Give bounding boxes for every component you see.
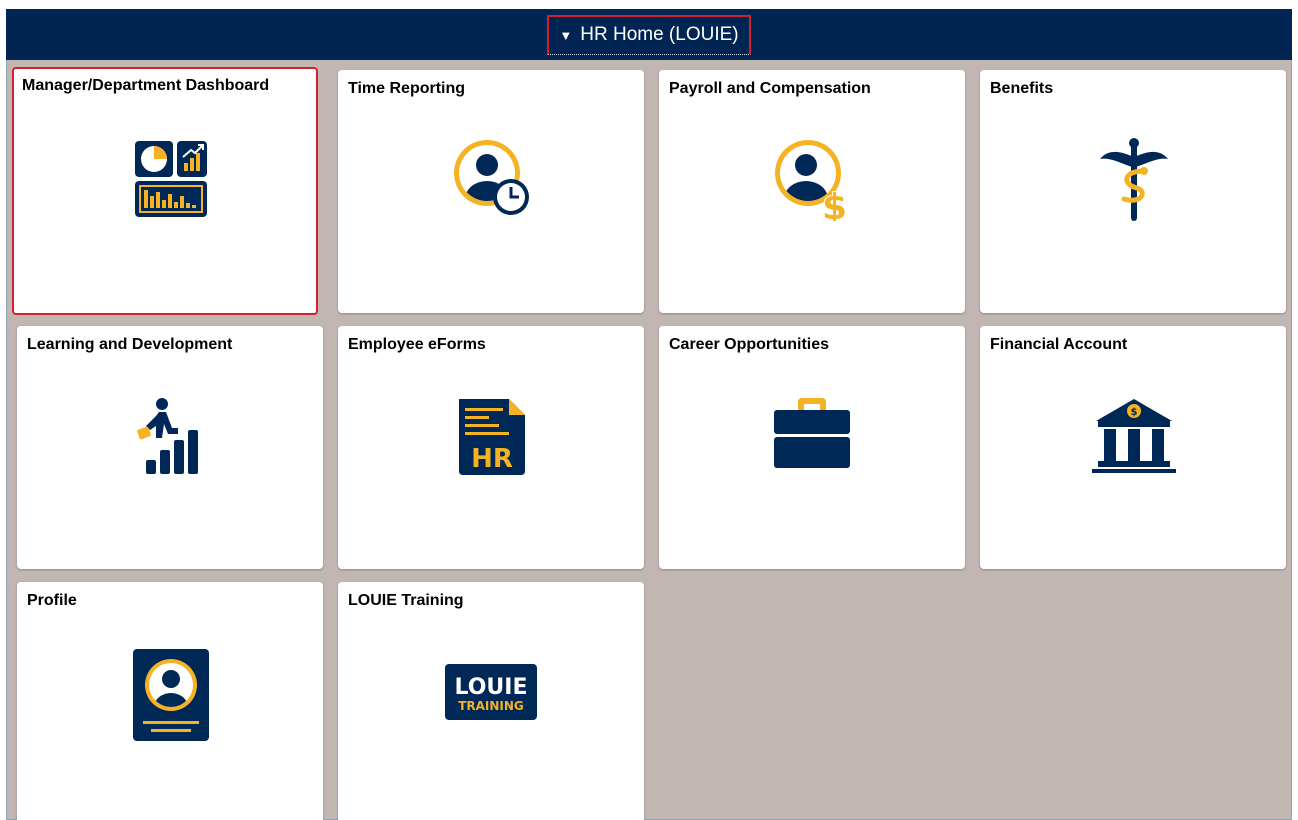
hr-form-text: HR: [471, 444, 513, 474]
tile-title: Time Reporting: [348, 80, 466, 97]
tile-manager-department-dashboard[interactable]: Manager/Department Dashboard: [12, 67, 318, 315]
caret-down-icon: ▼: [559, 27, 573, 43]
hr-home-page: ▼ HR Home (LOUIE) Manager/Department Das…: [6, 9, 1292, 820]
tile-title: Profile: [27, 592, 77, 609]
training-logo-text: TRAINING: [458, 699, 524, 713]
hr-form-icon: HR: [459, 399, 525, 475]
profile-badge-icon: [133, 649, 209, 741]
tile-profile[interactable]: Profile: [17, 582, 323, 820]
briefcase-icon: [774, 398, 850, 468]
header-bar: ▼ HR Home (LOUIE): [6, 9, 1292, 60]
svg-text:$: $: [822, 187, 847, 221]
tile-employee-eforms[interactable]: Employee eForms HR: [338, 326, 644, 569]
tile-time-reporting[interactable]: Time Reporting: [338, 70, 644, 313]
page-title: HR Home (LOUIE): [580, 24, 739, 45]
learning-growth-icon: [137, 398, 198, 474]
tile-title: Employee eForms: [348, 336, 486, 353]
tile-title: Benefits: [990, 80, 1054, 97]
payroll-icon: $: [775, 140, 848, 221]
louie-logo-text: LOUIE: [454, 675, 527, 700]
hr-home-dropdown[interactable]: ▼ HR Home (LOUIE): [547, 14, 751, 55]
tile-financial-account[interactable]: Financial Account $: [980, 326, 1286, 569]
louie-training-logo-icon: LOUIE TRAINING: [445, 664, 537, 720]
tile-career-opportunities[interactable]: Career Opportunities: [659, 326, 965, 569]
svg-text:$: $: [1131, 407, 1138, 418]
tile-title: LOUIE Training: [348, 592, 464, 609]
tile-title: Payroll and Compensation: [669, 80, 871, 97]
tile-title: Financial Account: [990, 336, 1128, 353]
tile-payroll-and-compensation[interactable]: Payroll and Compensation $: [659, 70, 965, 313]
tile-louie-training[interactable]: LOUIE Training LOUIE TRAINING: [338, 582, 644, 820]
tile-learning-and-development[interactable]: Learning and Development: [17, 326, 323, 569]
tile-title: Manager/Department Dashboard: [22, 77, 270, 94]
caduceus-icon: [1100, 138, 1168, 221]
tile-title: Career Opportunities: [669, 336, 830, 353]
time-reporting-icon: [454, 140, 529, 215]
tile-title: Learning and Development: [27, 336, 233, 353]
tile-benefits[interactable]: Benefits: [980, 70, 1286, 313]
bank-icon: $: [1092, 399, 1176, 473]
dashboard-icon: [135, 141, 207, 217]
